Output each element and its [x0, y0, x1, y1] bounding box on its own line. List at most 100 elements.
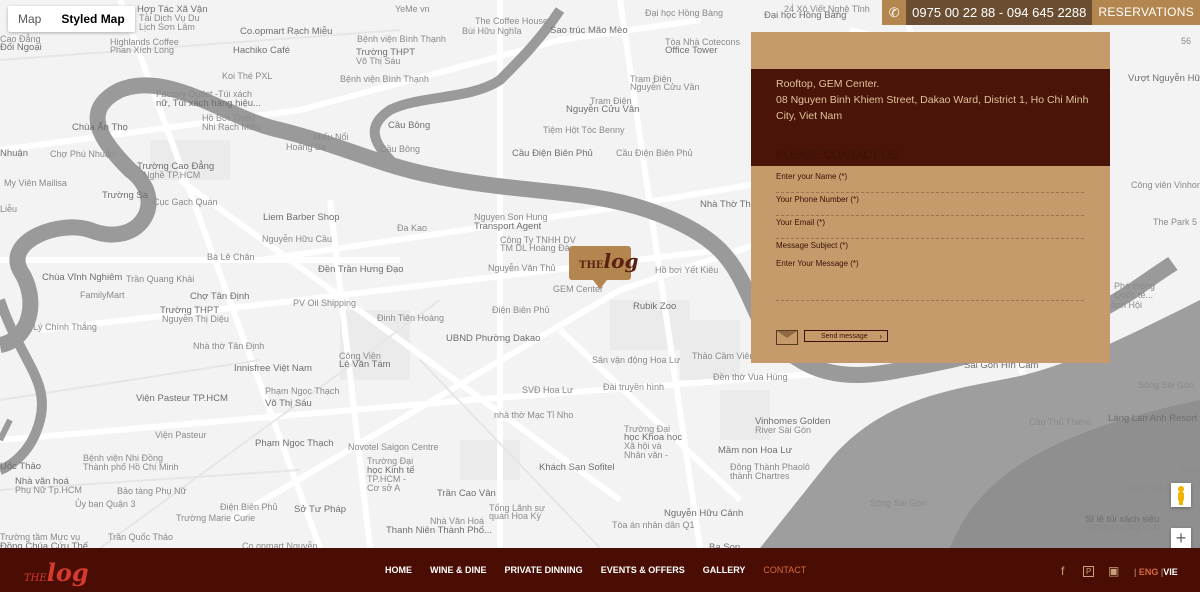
map-label: Sân vận động Hoa Lư: [592, 355, 681, 365]
map-label: Cầu Điện Biên Phủ: [512, 148, 593, 159]
map-label: Trần Quốc Thảo: [108, 532, 174, 542]
map-label: Đài truyền hình: [603, 382, 665, 392]
map-label: Hồ bơi Yết Kiêu: [655, 265, 719, 275]
map-label: Cầu Bông: [380, 144, 421, 154]
map-label: thành Chartres: [730, 471, 790, 481]
map-label: UBND Phường Dakao: [446, 333, 541, 344]
map-label: Ủy ban Quận 3: [75, 499, 136, 509]
map-label: Miếu Nổi: [313, 132, 349, 142]
map-label: Trần Quang Khải: [126, 274, 195, 284]
map-label: Nguyễn Hữu Cảnh: [664, 508, 744, 519]
map-label: Co.opmart Nguyễn: [242, 541, 318, 548]
map-label: Phạm Ngọc Thạch: [265, 386, 340, 396]
map-label: Trần Cao Vân: [437, 488, 496, 499]
map-label: Bệnh viện Bình Thạnh: [340, 74, 429, 84]
phone-field[interactable]: Your Phone Number (*): [776, 193, 1084, 216]
map-type-styled-button[interactable]: Styled Map: [51, 6, 134, 32]
instagram-icon[interactable]: ▣: [1108, 564, 1119, 578]
map-label: 56: [1181, 36, 1192, 46]
map-label: nữ, Túi xách hàng hiệu...: [156, 98, 261, 109]
footer-logo[interactable]: THElog: [24, 558, 89, 587]
contact-title: PLEASE CONTACT US: [776, 150, 898, 162]
map-label: Sở Tư Pháp: [294, 504, 347, 515]
map-type-map-button[interactable]: Map: [8, 6, 51, 32]
lang-vie[interactable]: VIE: [1163, 567, 1178, 577]
map-label: TM DL Hoàng Đà: [500, 243, 570, 253]
nav-private-dinning[interactable]: PRIVATE DINNING: [505, 565, 583, 575]
map-label: Lê Văn Tám: [339, 359, 391, 370]
name-field[interactable]: Enter your Name (*): [776, 170, 1084, 193]
map-label: Phan Xích Long: [110, 45, 175, 55]
map-label: Koi Thé PXL: [222, 71, 273, 81]
map-label: Chợ Tân Định: [190, 291, 250, 302]
map-label: Nhân văn -: [624, 450, 669, 460]
map-label: Tiệm Hột Tóc Benny: [543, 125, 625, 135]
footer-nav: HOME WINE & DINE PRIVATE DINNING EVENTS …: [385, 565, 824, 575]
lang-eng[interactable]: ENG: [1139, 567, 1159, 577]
map-label: Lịch Sơn Lâm: [139, 22, 195, 32]
pegman-icon[interactable]: [1171, 483, 1191, 507]
location-pin[interactable]: THElog: [569, 246, 638, 289]
map-label: Lý Chính Thắng: [33, 322, 97, 332]
nav-events-offers[interactable]: EVENTS & OFFERS: [601, 565, 685, 575]
map-label: Láng Lan Anh Resort: [1108, 413, 1198, 424]
map-type-control: Map Styled Map: [8, 6, 135, 32]
map-label: Innisfree Việt Nam: [234, 363, 312, 374]
map-label: Nguyễn Hữu Cầu: [262, 234, 333, 244]
map-label: Cầu Thủ Thiêm: [1029, 417, 1091, 427]
message-textarea[interactable]: Enter Your Message (*): [776, 257, 1084, 301]
map-label: River Sài Gòn: [755, 425, 812, 435]
map-label: Phạm Ngọc Thạch: [255, 438, 334, 449]
map-label: Nguyễn Cửu Vân: [630, 82, 700, 92]
map-label: Co.opmart Rạch Miễu: [240, 26, 333, 37]
map-label: Liễu: [0, 204, 18, 214]
map-label: Thảo Cầm Viên: [692, 351, 755, 361]
envelope-icon: [776, 330, 798, 345]
nav-wine-dine[interactable]: WINE & DINE: [430, 565, 487, 575]
map-label: Bà Lê Chân: [207, 252, 255, 262]
map-label: Cục Gạch Quán: [153, 197, 218, 207]
map-label: Uốc Thảo: [0, 461, 42, 472]
map-label: Trường Sa: [102, 190, 149, 201]
nav-home[interactable]: HOME: [385, 565, 412, 575]
email-field[interactable]: Your Email (*): [776, 216, 1084, 239]
map-label: Mầm non Hoa Lư: [718, 445, 792, 456]
reservation-bar: ✆ 0975 00 22 88 - 094 645 2288 RESERVATI…: [882, 0, 1200, 25]
facebook-icon[interactable]: f: [1061, 564, 1064, 578]
map-label: Khách Sạn Sofitel: [539, 462, 615, 473]
map-label: Viện Pasteur: [155, 430, 207, 440]
map-label: Thanh Niên Thành Phố...: [386, 525, 492, 536]
zoom-in-button[interactable]: +: [1171, 528, 1191, 548]
nav-gallery[interactable]: GALLERY: [703, 565, 746, 575]
tripadvisor-icon[interactable]: P: [1083, 566, 1095, 577]
phone-numbers[interactable]: 0975 00 22 88 - 094 645 2288: [906, 0, 1093, 25]
map-label: Transport Agent: [474, 221, 542, 232]
map-label: Nhuận: [0, 148, 28, 159]
map-label: Đa Kao: [397, 223, 428, 233]
map-label: Tòa án nhân dân Q1: [612, 520, 695, 530]
reservations-button[interactable]: RESERVATIONS: [1092, 0, 1200, 25]
map-label: Office Tower: [665, 45, 718, 56]
address-line-1: Rooftop, GEM Center.: [776, 78, 880, 90]
map-label: Đại học Hồng Bàng: [764, 10, 847, 21]
map-label: Liem Barber Shop: [263, 212, 340, 223]
map-label: Đền thờ Vua Hùng: [713, 372, 788, 382]
map-label: Trường Marie Curie: [176, 513, 256, 523]
map-label: Công viên Vinhomes: [1131, 180, 1200, 190]
map-label: Quốc tế...: [1114, 290, 1154, 300]
map-label: Võ Thị Sáu: [265, 398, 312, 409]
map-label: Nguyễn Thị Diệu: [162, 314, 229, 324]
map-label: Chùa Ấn Thọ: [72, 122, 128, 133]
address-line-2: 08 Nguyen Binh Khiem Street, Dakao Ward,…: [776, 94, 1089, 122]
map-label: YeMe vn: [395, 4, 430, 14]
map-label: Rubik Zoo: [633, 301, 677, 312]
map-label: Đền Trần Hưng Đạo: [318, 264, 404, 275]
map-label: Cầu Thủ Th: [1128, 484, 1176, 494]
send-message-button[interactable]: Send message ›: [804, 330, 888, 342]
nav-contact[interactable]: CONTACT: [763, 565, 806, 575]
map-label: Bùi Hữu Nghĩa: [462, 26, 522, 36]
map-label: FamilyMart: [80, 290, 125, 300]
map-label: Đại học Hồng Bàng: [645, 8, 724, 18]
language-switcher: | ENG |VIE: [1134, 567, 1178, 577]
map-label: Sông Sài Gòn: [870, 498, 927, 508]
